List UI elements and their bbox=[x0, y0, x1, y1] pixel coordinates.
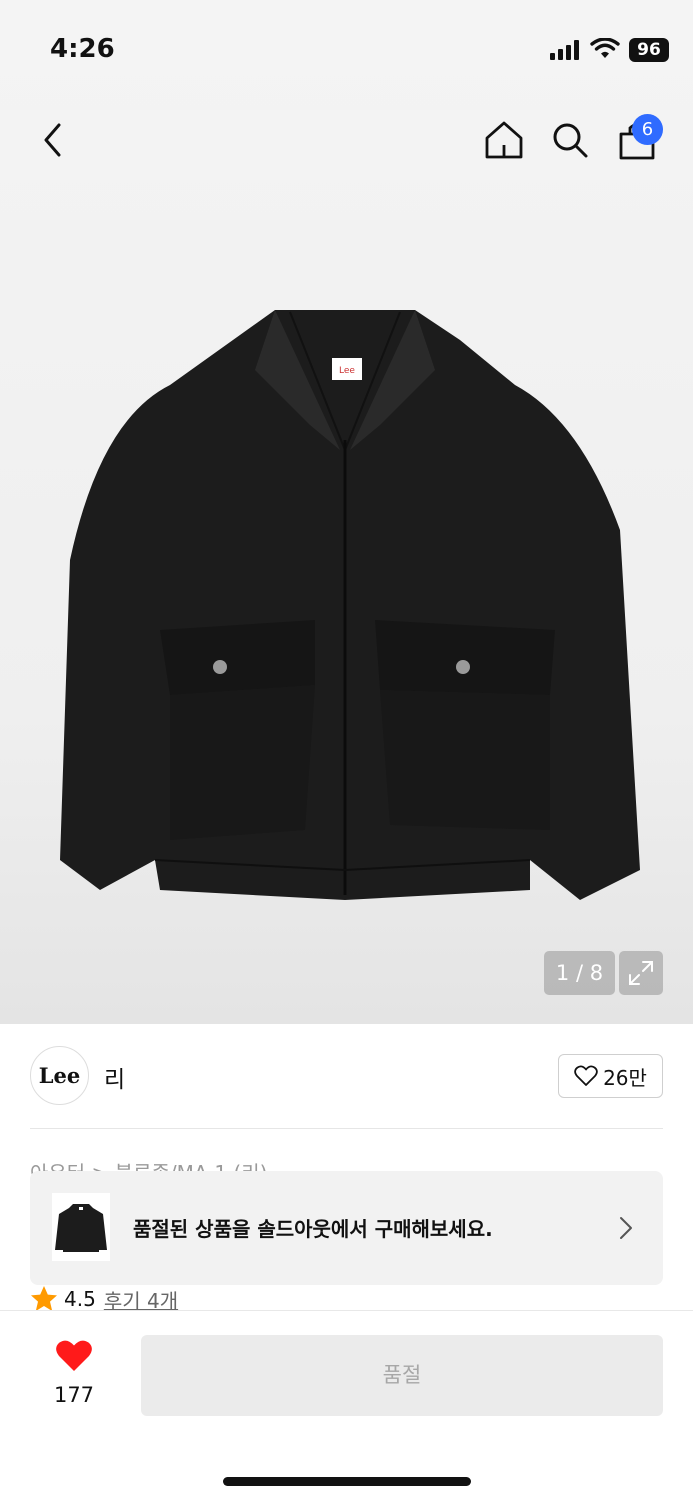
product-image-gallery[interactable]: 4:26 96 6 Lee 1 / 8 bbox=[0, 0, 693, 1024]
home-indicator bbox=[223, 1477, 471, 1486]
cart-count-badge: 6 bbox=[632, 114, 663, 145]
bottom-action-bar: 177 품절 bbox=[0, 1310, 693, 1500]
status-time: 4:26 bbox=[50, 34, 115, 64]
search-button[interactable] bbox=[545, 110, 595, 170]
home-button[interactable] bbox=[479, 110, 529, 170]
product-photo: Lee bbox=[60, 310, 640, 900]
chevron-left-icon bbox=[44, 123, 61, 157]
wishlist-button[interactable]: 177 bbox=[40, 1339, 108, 1413]
heart-outline-icon bbox=[574, 1065, 598, 1086]
search-icon bbox=[553, 123, 588, 158]
brand-row[interactable]: Lee 리 26만 bbox=[30, 1046, 663, 1106]
rating-value: 4.5 bbox=[64, 1287, 96, 1311]
wifi-icon bbox=[590, 38, 620, 58]
expand-button[interactable] bbox=[619, 951, 663, 995]
brand-name[interactable]: 리 bbox=[104, 1060, 125, 1094]
star-icon bbox=[31, 1286, 57, 1311]
back-button[interactable] bbox=[28, 110, 78, 170]
soldout-banner-text: 품절된 상품을 솔드아웃에서 구매해보세요. bbox=[133, 1217, 493, 1241]
divider bbox=[30, 1128, 663, 1129]
cellular-signal-icon bbox=[550, 40, 579, 60]
heart-filled-icon bbox=[56, 1340, 92, 1371]
chevron-right-icon bbox=[620, 1217, 632, 1239]
soldout-button[interactable]: 품절 bbox=[141, 1335, 663, 1416]
wishlist-count: 177 bbox=[53, 1383, 95, 1407]
svg-text:Lee: Lee bbox=[339, 366, 355, 376]
banner-thumbnail bbox=[52, 1193, 110, 1261]
jacket-thumbnail-icon bbox=[55, 1204, 107, 1252]
top-navigation bbox=[0, 110, 693, 170]
image-counter: 1 / 8 bbox=[544, 951, 615, 995]
brand-like-count: 26만 bbox=[603, 1065, 647, 1090]
expand-icon bbox=[629, 961, 653, 985]
status-bar: 4:26 96 bbox=[0, 0, 693, 100]
brand-logo[interactable]: Lee bbox=[30, 1046, 89, 1105]
brand-like-button[interactable]: 26만 bbox=[558, 1054, 663, 1098]
soldout-banner[interactable]: 품절된 상품을 솔드아웃에서 구매해보세요. bbox=[30, 1171, 663, 1285]
battery-indicator: 96 bbox=[629, 38, 669, 62]
home-icon bbox=[485, 121, 523, 159]
